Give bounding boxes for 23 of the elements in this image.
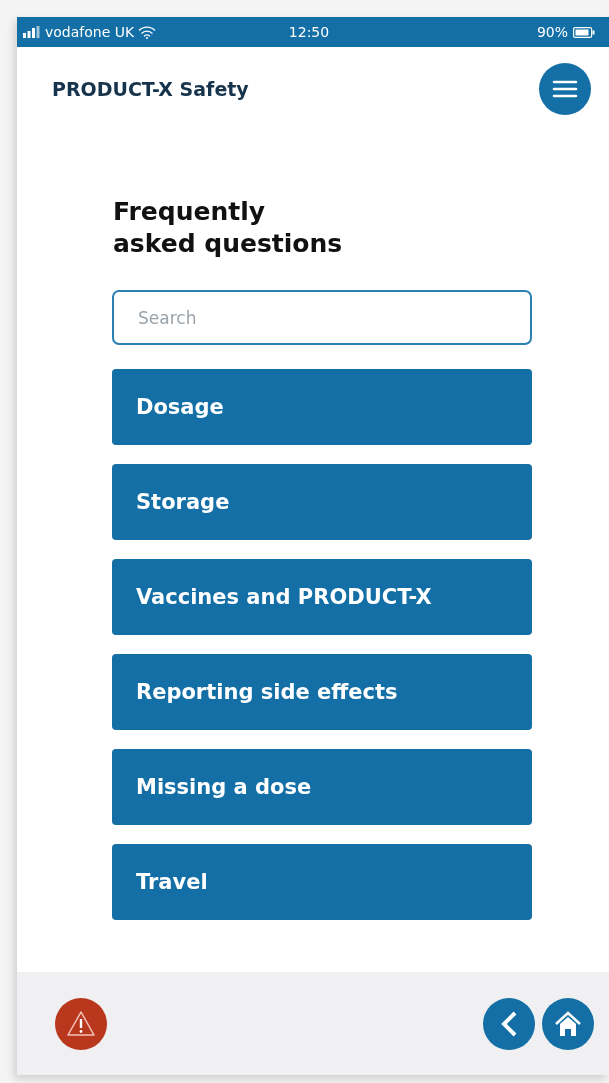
back-icon	[500, 1009, 518, 1038]
clock-time: 12:50	[288, 24, 330, 40]
topic-button[interactable]: Storage	[112, 464, 532, 540]
back-button[interactable]	[483, 997, 535, 1050]
carrier-name: vodafone UK	[45, 24, 135, 40]
warning-button[interactable]	[55, 997, 107, 1050]
topic-button[interactable]: Missing a dose	[112, 749, 532, 825]
menu-icon	[552, 78, 578, 99]
menu-button[interactable]	[539, 62, 591, 115]
battery-percent: 90%	[536, 24, 568, 40]
search-field[interactable]: Search	[112, 290, 532, 345]
signal-icon	[23, 26, 41, 38]
home-icon	[553, 1009, 583, 1038]
page-heading: Frequently asked questions	[113, 196, 344, 260]
topic-button[interactable]: Vaccines and PRODUCT-X	[112, 559, 532, 635]
wifi-icon	[138, 25, 157, 39]
home-button[interactable]	[542, 997, 594, 1050]
topic-button[interactable]: Reporting side effects	[112, 654, 532, 730]
battery-icon	[573, 26, 595, 38]
topic-button[interactable]: Travel	[112, 844, 532, 920]
warning-icon	[66, 1010, 96, 1037]
app-title: PRODUCT-X Safety	[52, 77, 249, 100]
topic-button[interactable]: Dosage	[112, 369, 532, 445]
